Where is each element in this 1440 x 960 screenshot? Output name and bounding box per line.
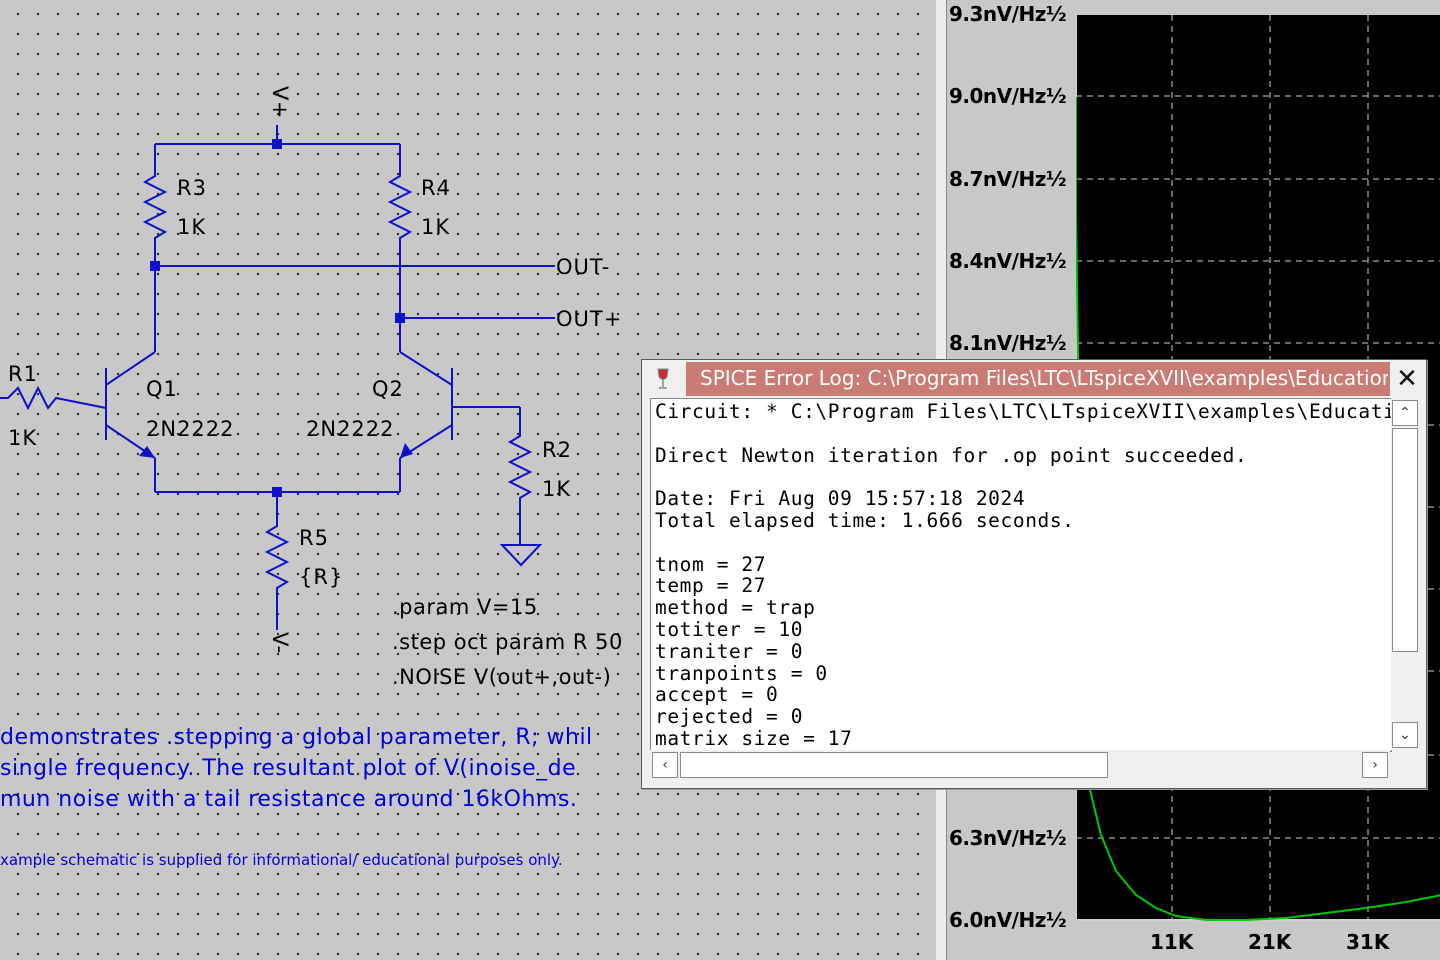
y-tick-8.1: 8.1nV/Hz½: [949, 331, 1067, 355]
comment-line-2: single frequency. The resultant plot of …: [0, 756, 577, 781]
close-button[interactable]: ✕: [1392, 364, 1422, 394]
q1-name: Q1: [146, 377, 178, 401]
log-text-area[interactable]: Circuit: * C:\Program Files\LTC\LTspiceX…: [650, 398, 1392, 752]
directive-step: .step oct param R 50: [392, 630, 623, 654]
y-tick-9.0: 9.0nV/Hz½: [949, 84, 1067, 108]
x-tick-31k: 31K: [1346, 930, 1390, 954]
window-titlebar[interactable]: SPICE Error Log: C:\Program Files\LTC\LT…: [642, 360, 1426, 398]
directive-noise: .NOISE V(out+,out-): [392, 665, 612, 689]
r5-value: {R}: [299, 565, 344, 589]
horizontal-scrollbar[interactable]: ‹ ›: [650, 750, 1390, 778]
r3-name: R3: [177, 176, 207, 200]
q2-name: Q2: [372, 377, 404, 401]
r4-value: 1K: [421, 215, 451, 239]
vplus-label: V+: [268, 86, 292, 119]
scroll-left-icon[interactable]: ‹: [652, 752, 678, 778]
vertical-scrollbar[interactable]: ⌃ ⌄: [1391, 398, 1418, 750]
horizontal-scroll-thumb[interactable]: [680, 752, 1108, 778]
r5-name: R5: [299, 526, 329, 550]
y-tick-8.7: 8.7nV/Hz½: [949, 167, 1067, 191]
directive-param: .param V=15: [392, 595, 538, 619]
y-tick-8.4: 8.4nV/Hz½: [949, 249, 1067, 273]
scroll-up-icon[interactable]: ⌃: [1392, 400, 1418, 426]
wine-glass-icon: [657, 368, 669, 389]
q1-value: 2N2222: [146, 417, 235, 441]
x-tick-21k: 21K: [1248, 930, 1292, 954]
y-tick-6.3: 6.3nV/Hz½: [949, 826, 1067, 850]
y-tick-9.3: 9.3nV/Hz½: [949, 2, 1067, 26]
q2-value: 2N2222: [306, 417, 395, 441]
log-text: Circuit: * C:\Program Files\LTC\LTspiceX…: [655, 400, 1391, 750]
scroll-right-icon[interactable]: ›: [1362, 752, 1388, 778]
comment-line-1: demonstrates .stepping a global paramete…: [0, 725, 593, 750]
r3-value: 1K: [177, 215, 207, 239]
vminus-label: V-: [268, 632, 292, 654]
r4-name: R4: [421, 176, 451, 200]
comment-line-3: mun noise with a tail resistance around …: [0, 787, 578, 812]
r1-name: R1: [8, 362, 38, 386]
x-tick-11k: 11K: [1150, 930, 1194, 954]
net-out-minus: OUT-: [556, 255, 611, 279]
r2-name: R2: [542, 438, 572, 462]
vertical-scroll-thumb[interactable]: [1392, 428, 1418, 652]
window-title: SPICE Error Log: C:\Program Files\LTC\LT…: [700, 366, 1388, 390]
r2-value: 1K: [542, 477, 572, 501]
spice-error-log-window[interactable]: SPICE Error Log: C:\Program Files\LTC\LT…: [641, 359, 1427, 789]
scroll-down-icon[interactable]: ⌄: [1392, 722, 1418, 748]
r1-value: 1K: [8, 426, 38, 450]
y-tick-6.0: 6.0nV/Hz½: [949, 908, 1067, 932]
net-out-plus: OUT+: [556, 307, 623, 331]
disclaimer-text: xample schematic is supplied for informa…: [0, 851, 563, 869]
